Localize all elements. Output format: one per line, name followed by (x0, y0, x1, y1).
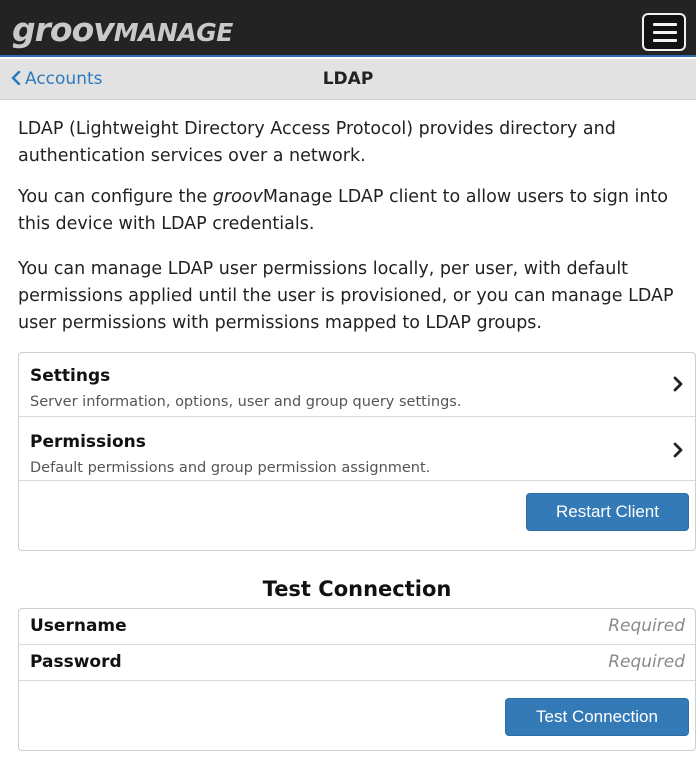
permissions-subtitle: Default permissions and group permission… (30, 460, 431, 476)
settings-title: Settings (30, 366, 111, 386)
logo-groov-text: groov (12, 10, 115, 49)
restart-client-button[interactable]: Restart Client (526, 493, 689, 531)
list-item-permissions[interactable]: Permissions Default permissions and grou… (19, 417, 695, 481)
password-input[interactable] (219, 648, 685, 676)
top-bar: groovMANAGE (0, 0, 696, 57)
password-label: Password (30, 652, 122, 672)
chevron-right-icon (673, 439, 683, 463)
page-title: LDAP (322, 69, 374, 89)
test-connection-button[interactable]: Test Connection (505, 698, 689, 736)
p2-before: You can configure the (18, 187, 213, 207)
list-item-settings[interactable]: Settings Server information, options, us… (19, 353, 695, 417)
permissions-title: Permissions (30, 432, 146, 452)
username-label: Username (30, 616, 127, 636)
username-row: Username (19, 609, 695, 645)
intro-paragraph-1: LDAP (Lightweight Directory Access Proto… (18, 119, 616, 166)
page-header-bar: Accounts LDAP (0, 59, 696, 100)
groov-manage-logo: groovMANAGE (12, 10, 233, 49)
ldap-options-panel: Settings Server information, options, us… (18, 352, 696, 551)
username-input[interactable] (219, 612, 685, 640)
test-connection-heading: Test Connection (262, 577, 452, 601)
test-connection-panel: Username Password Test Connection (18, 608, 696, 751)
intro-paragraph-2: You can configure the groovManage LDAP c… (18, 184, 688, 238)
password-row: Password (19, 645, 695, 681)
hamburger-menu-button[interactable] (642, 13, 686, 51)
intro-paragraph-3: You can manage LDAP user permissions loc… (18, 259, 674, 333)
p2-brand: groov (212, 187, 263, 207)
chevron-right-icon (673, 373, 683, 397)
logo-manage-text: MANAGE (113, 18, 234, 47)
settings-subtitle: Server information, options, user and gr… (30, 394, 462, 410)
